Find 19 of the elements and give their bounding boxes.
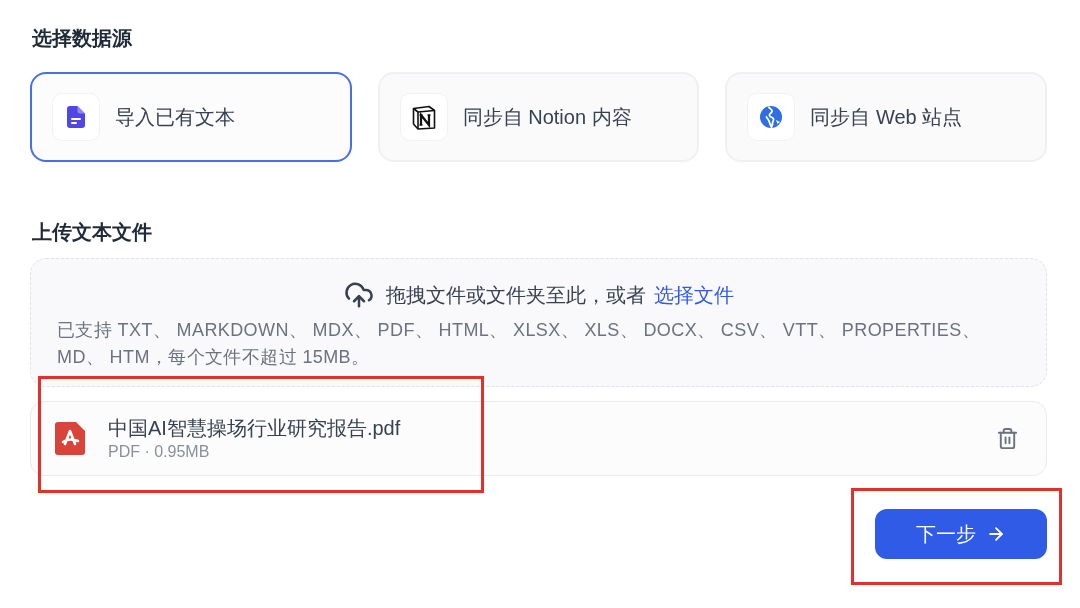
next-step-button[interactable]: 下一步 (875, 509, 1047, 559)
trash-icon (995, 427, 1019, 450)
data-source-card[interactable]: 导入已有文本 (30, 72, 352, 162)
dropzone-prompt: 拖拽文件或文件夹至此，或者 (385, 283, 646, 308)
arrow-right-icon (986, 524, 1006, 544)
data-source-card[interactable]: 同步自 Notion 内容 (377, 72, 700, 162)
notion-logo-icon (411, 104, 436, 130)
supported-formats-text: 已支持 TXT、 MARKDOWN、 MDX、 PDF、 HTML、 XLSX、 XLS、 DOCX、 CSV、 VTT、 PROPERTIES、 MD、 HTM，每个文件不超过 15MB。 (57, 319, 981, 369)
globe-icon (760, 106, 783, 128)
cloud-upload-icon (343, 280, 374, 310)
section-title: 选择数据源 (32, 26, 132, 51)
document-icon (67, 106, 85, 128)
data-source-card[interactable]: 同步自 Web 站点 (725, 72, 1047, 162)
pdf-file-icon (55, 422, 85, 455)
file-name: 中国AI智慧操场行业研究报告.pdf (108, 415, 401, 441)
file-dropzone[interactable]: 拖拽文件或文件夹至此，或者 选择文件 已支持 TXT、 MARKDOWN、 MDX、 PDF、 HTML、 XLSX、 XLS、 DOCX、 CSV、 VTT、 PROPERTIES、 MD、 HTM，每个文件不超过 15MB。 (30, 258, 1047, 387)
choose-file-link[interactable]: 选择文件 (653, 281, 734, 309)
section-title: 上传文本文件 (32, 220, 152, 245)
file-meta: PDF · 0.95MB (108, 441, 210, 462)
